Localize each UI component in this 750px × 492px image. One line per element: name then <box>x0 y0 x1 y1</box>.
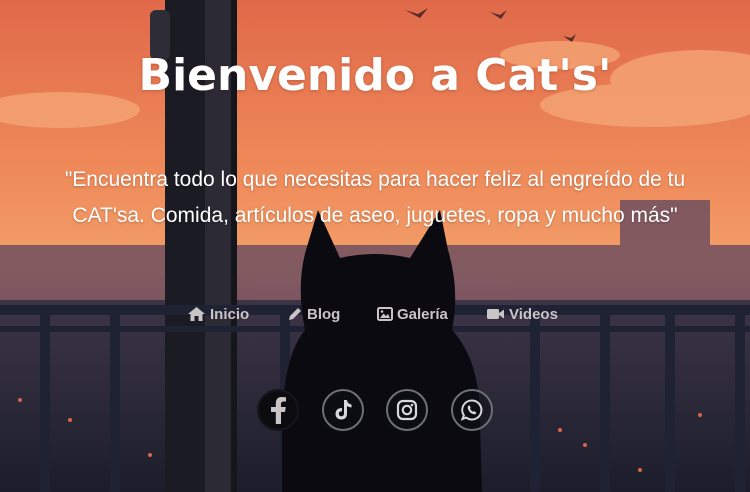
image-icon <box>377 307 393 321</box>
whatsapp-icon <box>460 399 483 421</box>
facebook-button[interactable] <box>257 389 299 431</box>
home-icon <box>188 307 205 321</box>
tiktok-icon <box>335 400 352 420</box>
instagram-button[interactable] <box>386 389 428 431</box>
hero-section: Bienvenido a Cat's' "Encuentra todo lo q… <box>0 0 750 492</box>
social-links <box>0 389 750 433</box>
whatsapp-button[interactable] <box>451 389 493 431</box>
nav-item-inicio[interactable]: Inicio <box>187 302 249 326</box>
main-nav: Inicio Blog Galería Videos <box>0 302 750 326</box>
facebook-icon <box>271 397 286 424</box>
tagline: "Encuentra todo lo que necesitas para ha… <box>10 162 740 234</box>
tagline-line-2: CAT'sa. Comida, artículos de aseo, jugue… <box>72 204 678 227</box>
tiktok-button[interactable] <box>322 389 364 431</box>
page-title: Bienvenido a Cat's' <box>138 50 612 101</box>
nav-label-videos: Videos <box>509 305 558 323</box>
nav-item-videos[interactable]: Videos <box>486 302 558 326</box>
nav-label-inicio: Inicio <box>210 305 250 323</box>
pencil-icon <box>289 308 301 320</box>
instagram-icon <box>396 399 418 421</box>
nav-label-blog: Blog <box>307 305 341 323</box>
nav-item-blog[interactable]: Blog <box>287 302 340 326</box>
nav-item-galeria[interactable]: Galería <box>377 302 448 326</box>
tagline-line-1: "Encuentra todo lo que necesitas para ha… <box>64 168 686 191</box>
video-camera-icon <box>487 309 504 319</box>
nav-label-galeria: Galería <box>397 305 448 323</box>
